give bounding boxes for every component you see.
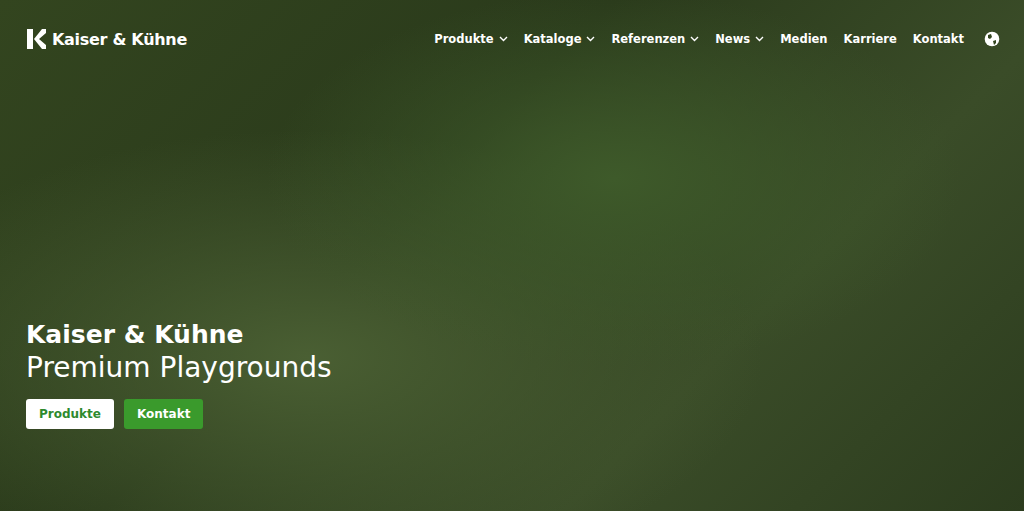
nav-item[interactable]: Produkte — [434, 32, 507, 46]
chevron-down-icon — [690, 36, 699, 42]
nav-label[interactable]: Kataloge — [524, 32, 582, 46]
hero: Kaiser & KühnePremium Playgrounds Produkt… — [0, 50, 1024, 511]
nav-item[interactable]: Kataloge — [524, 32, 596, 46]
main-nav: Produkte Kataloge Referenzen News Medien Karr… — [434, 31, 1000, 47]
nav-label[interactable]: Produkte — [434, 32, 493, 46]
hero-buttons: Produkte Kontakt — [26, 399, 998, 429]
hero-title: Kaiser & Kühne — [26, 319, 998, 351]
kontakt-button[interactable]: Kontakt — [124, 399, 203, 429]
nav-item[interactable]: Medien — [780, 32, 827, 46]
logo-mark-icon — [26, 28, 46, 50]
chevron-down-icon — [499, 36, 508, 42]
nav-item[interactable]: News — [715, 32, 764, 46]
nav-label[interactable]: Karriere — [844, 32, 897, 46]
nav-label[interactable]: Kontakt — [913, 32, 964, 46]
site-header: Kaiser & Kühne Produkte Kataloge Referenzen… — [0, 0, 1024, 50]
produkte-button[interactable]: Produkte — [26, 399, 114, 429]
chevron-down-icon — [755, 36, 764, 42]
nav-label[interactable]: News — [715, 32, 750, 46]
logo-text: Kaiser & Kühne — [52, 30, 187, 49]
hero-subtitle: Premium Playgrounds — [26, 351, 998, 385]
nav-item[interactable]: Karriere — [844, 32, 897, 46]
nav-item[interactable]: Kontakt — [913, 32, 964, 46]
globe-icon[interactable] — [984, 31, 1000, 47]
nav-item[interactable]: Referenzen — [611, 32, 699, 46]
logo[interactable]: Kaiser & Kühne — [26, 28, 187, 50]
nav-label[interactable]: Referenzen — [611, 32, 685, 46]
hero-page: Kaiser & Kühne Produkte Kataloge Referenzen… — [0, 0, 1024, 511]
chevron-down-icon — [586, 36, 595, 42]
nav-label[interactable]: Medien — [780, 32, 827, 46]
